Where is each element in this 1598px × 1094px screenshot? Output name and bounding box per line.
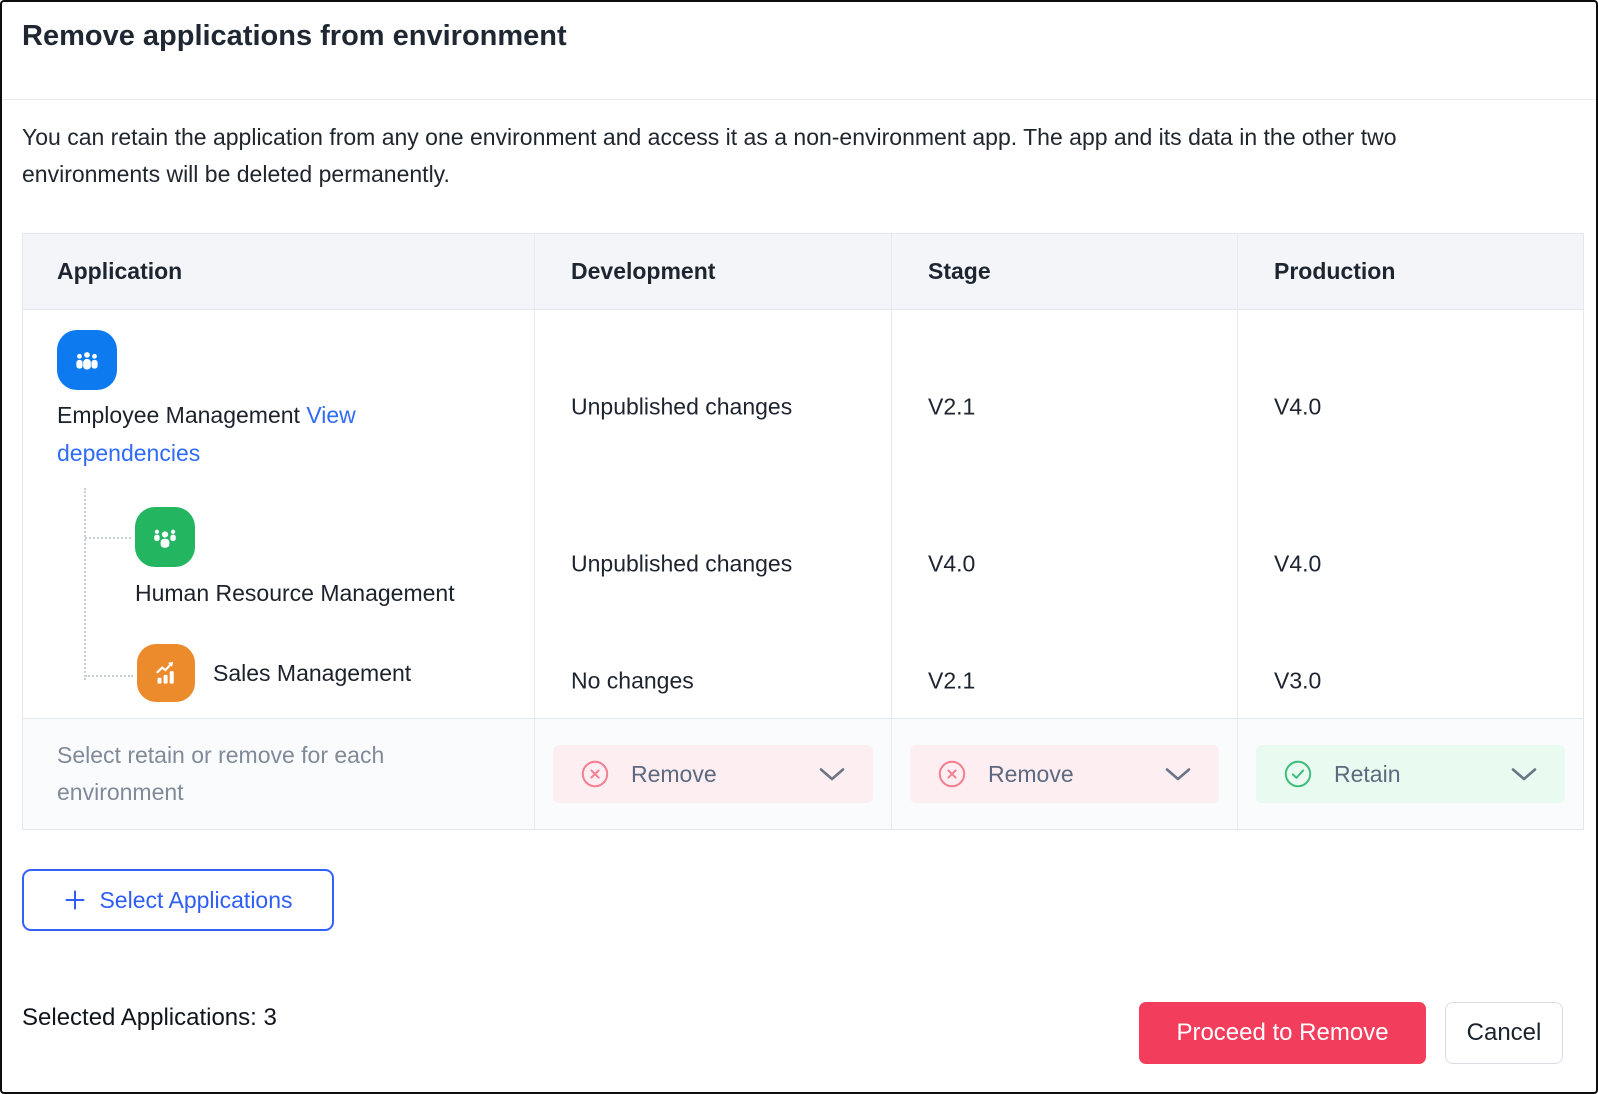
plus-icon xyxy=(63,888,87,912)
stage-version: V2.1 xyxy=(928,667,976,694)
development-status: No changes xyxy=(571,667,694,694)
proceed-to-remove-button[interactable]: Proceed to Remove xyxy=(1139,1002,1426,1064)
sales-chart-icon xyxy=(137,644,195,702)
development-values-cell: Unpublished changes Unpublished changes … xyxy=(534,310,891,718)
application-tree-cell: Employee Management View dependencies Hu… xyxy=(23,310,534,718)
production-version: V3.0 xyxy=(1274,667,1322,694)
dropdown-value: Remove xyxy=(988,760,1074,787)
tree-connector-hrm xyxy=(85,537,131,539)
tree-connector-vertical xyxy=(84,488,86,680)
production-version: V4.0 xyxy=(1274,393,1322,420)
circle-x-icon xyxy=(938,760,966,788)
column-header-production: Production xyxy=(1237,234,1583,310)
stage-version: V2.1 xyxy=(928,393,976,420)
production-values-cell: V4.0 V4.0 V3.0 xyxy=(1237,310,1583,718)
child-application-name: Sales Management xyxy=(213,660,412,686)
chevron-down-icon xyxy=(819,767,845,782)
cancel-button[interactable]: Cancel xyxy=(1445,1002,1563,1064)
title-divider xyxy=(2,99,1596,100)
application-name: Employee Management xyxy=(57,402,300,428)
dropdown-value: Remove xyxy=(631,760,717,787)
selection-instruction: Select retain or remove for each environ… xyxy=(57,742,385,805)
development-action-dropdown[interactable]: Remove xyxy=(553,745,873,803)
production-action-dropdown[interactable]: Retain xyxy=(1256,745,1565,803)
child-application-name: Human Resource Management xyxy=(135,580,455,606)
circle-check-icon xyxy=(1284,760,1312,788)
team-icon xyxy=(135,507,195,567)
select-applications-label: Select Applications xyxy=(99,886,293,913)
stage-version: V4.0 xyxy=(928,550,976,577)
select-applications-button[interactable]: Select Applications xyxy=(22,869,334,931)
column-header-stage: Stage xyxy=(891,234,1237,310)
selection-instruction-cell: Select retain or remove for each environ… xyxy=(23,718,534,829)
column-header-development: Development xyxy=(534,234,891,310)
applications-table: Application Development Stage Production… xyxy=(22,233,1584,830)
column-header-application: Application xyxy=(23,234,534,310)
dialog-description: You can retain the application from any … xyxy=(22,124,1397,187)
application-name-row: Employee Management View dependencies xyxy=(57,396,457,472)
production-action-cell: Retain xyxy=(1237,718,1583,829)
stage-action-dropdown[interactable]: Remove xyxy=(910,745,1219,803)
development-status: Unpublished changes xyxy=(571,393,793,420)
dropdown-value: Retain xyxy=(1334,760,1401,787)
development-action-cell: Remove xyxy=(534,718,891,829)
development-status: Unpublished changes xyxy=(571,550,793,577)
selected-applications-count: Selected Applications: 3 xyxy=(22,1004,277,1031)
chevron-down-icon xyxy=(1165,767,1191,782)
tree-connector-sales xyxy=(85,675,133,677)
stage-action-cell: Remove xyxy=(891,718,1237,829)
production-version: V4.0 xyxy=(1274,550,1322,577)
page-title: Remove applications from environment xyxy=(22,20,567,52)
circle-x-icon xyxy=(581,760,609,788)
remove-applications-dialog: Remove applications from environment You… xyxy=(0,0,1598,1094)
people-group-icon xyxy=(57,330,117,390)
chevron-down-icon xyxy=(1511,767,1537,782)
stage-values-cell: V2.1 V4.0 V2.1 xyxy=(891,310,1237,718)
